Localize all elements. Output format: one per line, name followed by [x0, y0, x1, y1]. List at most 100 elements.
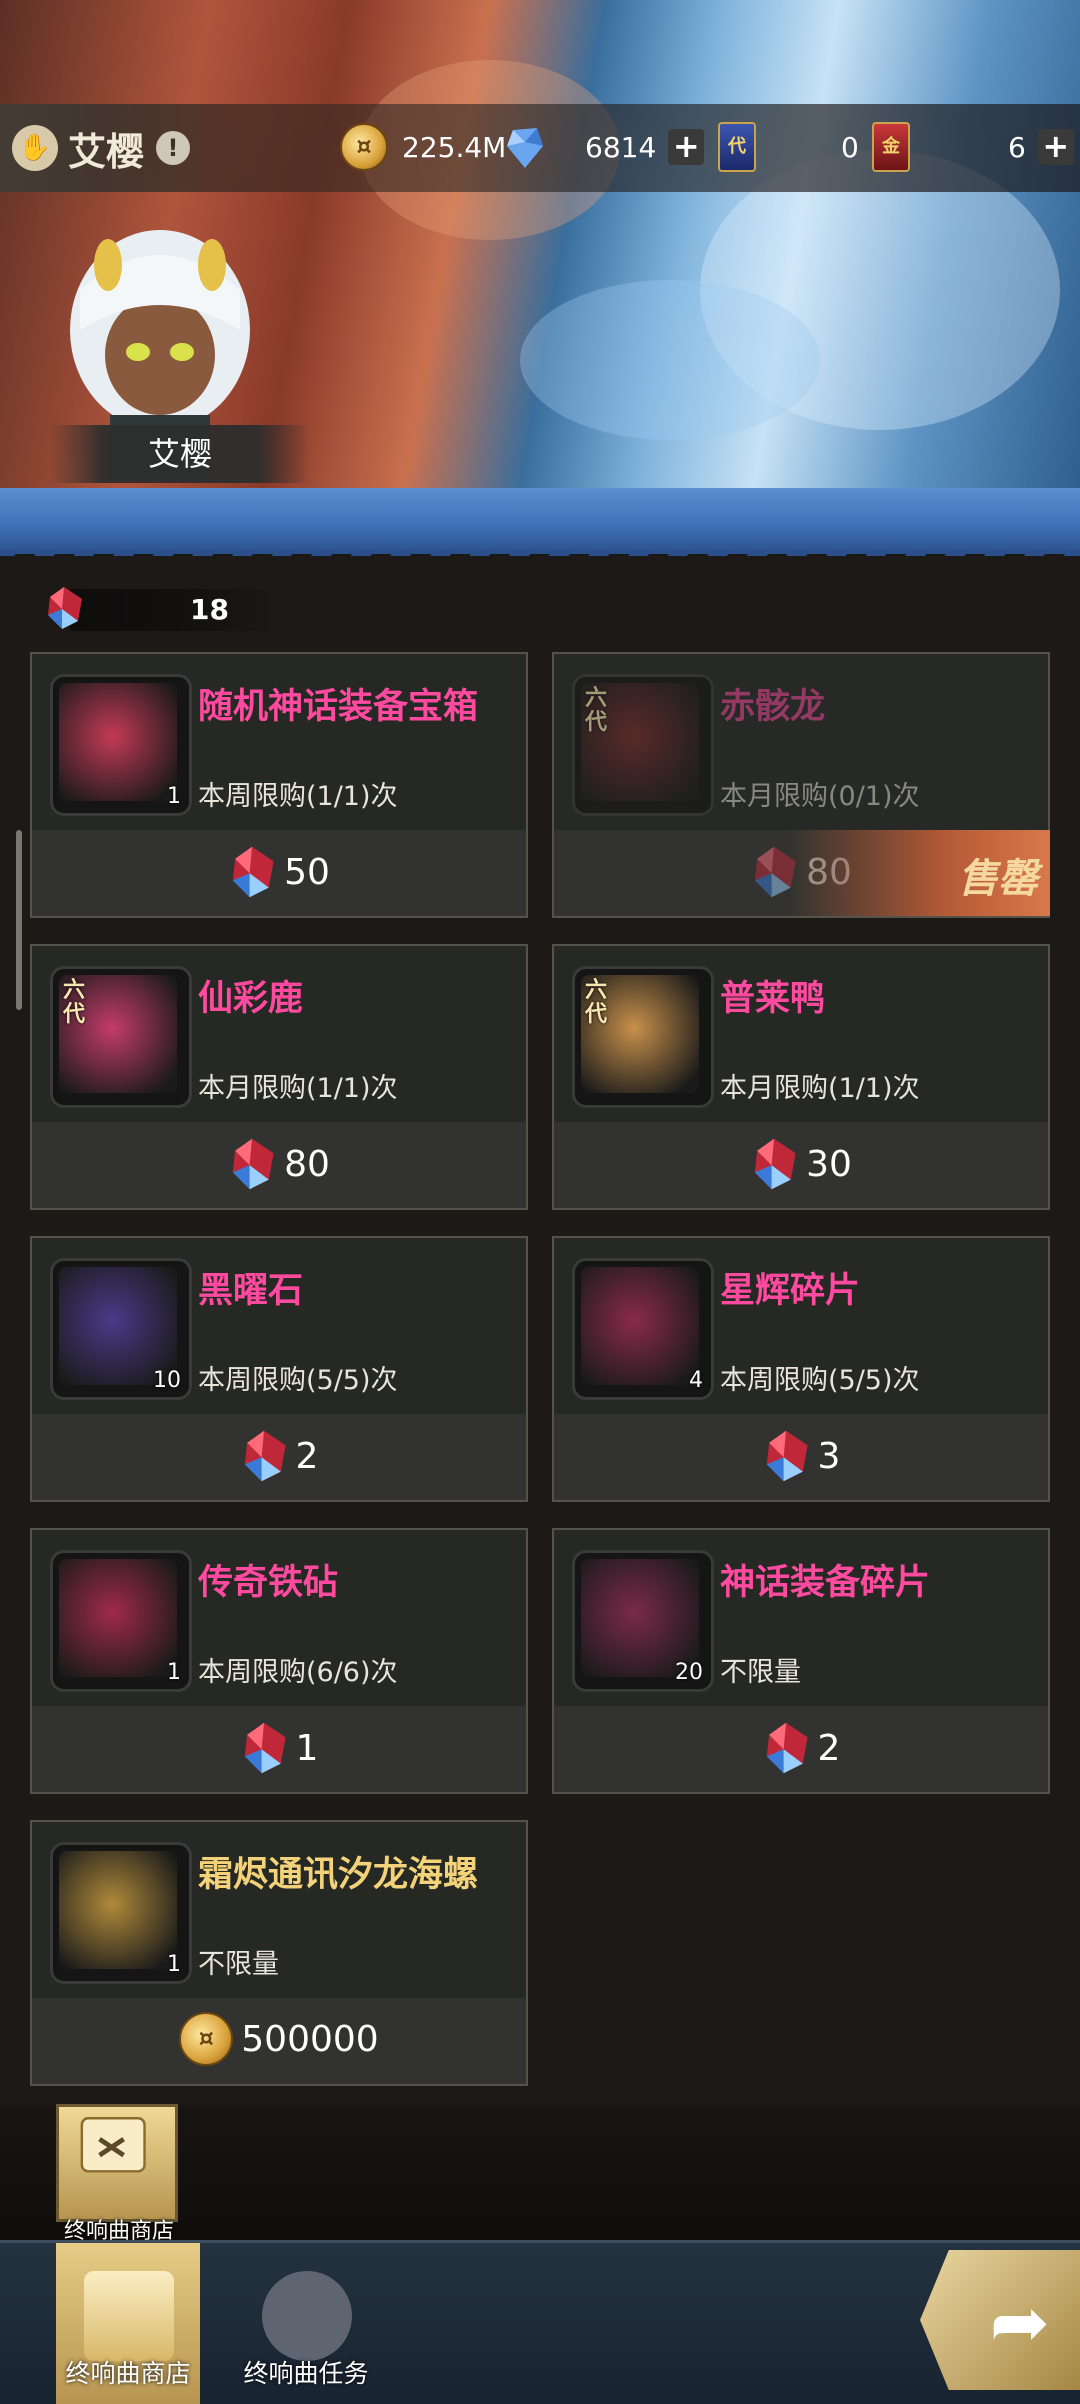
scroll-icon [80, 2117, 146, 2173]
side-tab-finale-shop[interactable]: 终响曲商店 [56, 2104, 178, 2244]
resource-bar: ✋ 艾樱 ! ¤ 225.4M 6814 + 代 0 金 6 + [0, 104, 1080, 192]
item-icon-frame: 1 [50, 1842, 192, 1984]
red-gem-icon [44, 585, 84, 631]
item-quantity: 20 [675, 1660, 703, 1685]
gem-balance-value: 18 [190, 593, 229, 626]
shop-item-card[interactable]: 1 随机神话装备宝箱本周限购(1/1)次 50 [30, 652, 528, 918]
item-title: 随机神话装备宝箱 [198, 687, 479, 727]
item-icon [59, 683, 177, 801]
shop-item-card[interactable]: 10 黑曜石 本周限购(5/5)次 2 [30, 1236, 528, 1502]
nav-finale-quests[interactable]: 终响曲任务 [234, 2243, 378, 2404]
red-ticket-icon: 金 [872, 122, 910, 172]
purchase-limit: 本月限购(1/1)次 [720, 1073, 920, 1104]
price-value: 80 [284, 1143, 330, 1185]
item-quantity: 1 [167, 1952, 181, 1977]
item-price[interactable]: ¤ 500000 [32, 2012, 526, 2072]
price-value: 3 [817, 1435, 841, 1477]
blue-ticket-value: 0 [841, 130, 859, 164]
item-title: 星辉碎片 [720, 1271, 861, 1311]
gold-resource: ¤ 225.4M [340, 122, 506, 172]
scroll-shop-icon [84, 2271, 174, 2361]
purchase-limit: 本周限购(5/5)次 [198, 1365, 398, 1396]
purchase-limit: 不限量 [720, 1657, 801, 1688]
item-price[interactable]: 50 [32, 844, 526, 904]
scrollbar[interactable] [16, 830, 22, 1010]
red-gem-icon [228, 844, 276, 900]
shop-item-card[interactable]: 1 传奇铁砧 本周限购(6/6)次 1 [30, 1528, 528, 1794]
item-icon-frame: 20 [572, 1550, 714, 1692]
item-icon-frame: 4 [572, 1258, 714, 1400]
item-title: 神话装备碎片 [720, 1563, 931, 1603]
blue-ticket-icon: 代 [718, 122, 756, 172]
item-price[interactable]: 3 [554, 1428, 1048, 1488]
price-value: 2 [295, 1435, 319, 1477]
crystal-value: 6814 [585, 130, 657, 164]
item-icon-frame: 六代 [50, 966, 192, 1108]
blue-crystal-icon [505, 124, 545, 170]
generation-badge: 六代 [585, 686, 608, 735]
exclamation-icon[interactable]: ! [156, 131, 191, 165]
item-icon-frame: 1 [50, 1550, 192, 1692]
item-title: 赤骸龙 [720, 687, 826, 727]
item-price[interactable]: 30 [554, 1136, 1048, 1196]
player-name-pill[interactable]: ✋ 艾樱 ! [0, 104, 200, 192]
purchase-limit: 本月限购(0/1)次 [720, 781, 920, 812]
purchase-limit: 本周限购(5/5)次 [720, 1365, 920, 1396]
shop-item-card[interactable]: 1 霜烬通讯汐龙海螺不限量 ¤ 500000 [30, 1820, 528, 2086]
item-quantity: 1 [167, 784, 181, 809]
nav-finale-shop[interactable]: 终响曲商店 [56, 2243, 200, 2404]
generation-badge: 六代 [63, 978, 86, 1027]
item-icon [59, 1559, 177, 1677]
item-price[interactable]: 1 [32, 1720, 526, 1780]
item-title: 霜烬通讯汐龙海螺 [198, 1855, 479, 1895]
item-icon-frame: 六代 [572, 674, 714, 816]
shop-item-card[interactable]: 六代 普莱鸭本月限购(1/1)次 30 [552, 944, 1050, 1210]
red-gem-icon [762, 1428, 810, 1484]
sold-out-tag: 售罄 [790, 830, 1050, 916]
purchase-limit: 本周限购(1/1)次 [198, 781, 398, 812]
player-name: 艾樱 [68, 129, 145, 174]
red-ticket-resource: 金 6 + [872, 122, 1074, 172]
red-gem-icon [240, 1428, 288, 1484]
red-gem-icon [228, 1136, 276, 1192]
gold-coin-icon: ¤ [340, 123, 388, 171]
red-gem-icon [240, 1720, 288, 1776]
scroll-quest-icon [262, 2271, 352, 2361]
gem-balance: 18 [40, 583, 280, 637]
item-price[interactable]: 2 [554, 1720, 1048, 1780]
purchase-limit: 本月限购(1/1)次 [198, 1073, 398, 1104]
add-crystal-button[interactable]: + [668, 129, 705, 165]
item-icon [581, 1267, 699, 1385]
price-value: 50 [284, 851, 330, 893]
price-value: 30 [806, 1143, 852, 1185]
sold-out-label: 售罄 [958, 856, 1038, 902]
shop-item-card[interactable]: 4 星辉碎片本周限购(5/5)次 3 [552, 1236, 1050, 1502]
blue-ticket-resource: 代 0 [718, 122, 859, 172]
item-quantity: 4 [689, 1368, 703, 1393]
claw-icon: ✋ [12, 125, 58, 171]
generation-badge: 六代 [585, 978, 608, 1027]
share-arrow-icon: ➦ [989, 2280, 1050, 2364]
red-gem-icon [762, 1720, 810, 1776]
banner-divider [0, 488, 1080, 570]
shop-item-card[interactable]: 六代 仙彩鹿本月限购(1/1)次 80 [30, 944, 528, 1210]
gold-value: 225.4M [402, 130, 507, 164]
price-value: 1 [295, 1727, 319, 1769]
item-title: 传奇铁砧 [198, 1563, 339, 1603]
item-price[interactable]: 2 [32, 1428, 526, 1488]
item-title: 普莱鸭 [720, 979, 826, 1019]
purchase-limit: 不限量 [198, 1949, 279, 1980]
item-icon-frame: 10 [50, 1258, 192, 1400]
item-title: 仙彩鹿 [198, 979, 304, 1019]
red-gem-icon [750, 1136, 798, 1192]
item-quantity: 1 [167, 1660, 181, 1685]
crystal-resource: 6814 + [505, 122, 705, 172]
shop-item-card[interactable]: 20 神话装备碎片不限量 2 [552, 1528, 1050, 1794]
item-price[interactable]: 80 [32, 1136, 526, 1196]
avatar-name-label: 艾樱 [50, 425, 310, 483]
item-icon-frame: 1 [50, 674, 192, 816]
add-red-ticket-button[interactable]: + [1037, 129, 1074, 165]
nav-label: 终响曲商店 [65, 2359, 191, 2388]
red-ticket-value: 6 [1008, 130, 1026, 164]
shop-item-card[interactable]: 六代赤骸龙本月限购(0/1)次80售罄 [552, 652, 1050, 918]
